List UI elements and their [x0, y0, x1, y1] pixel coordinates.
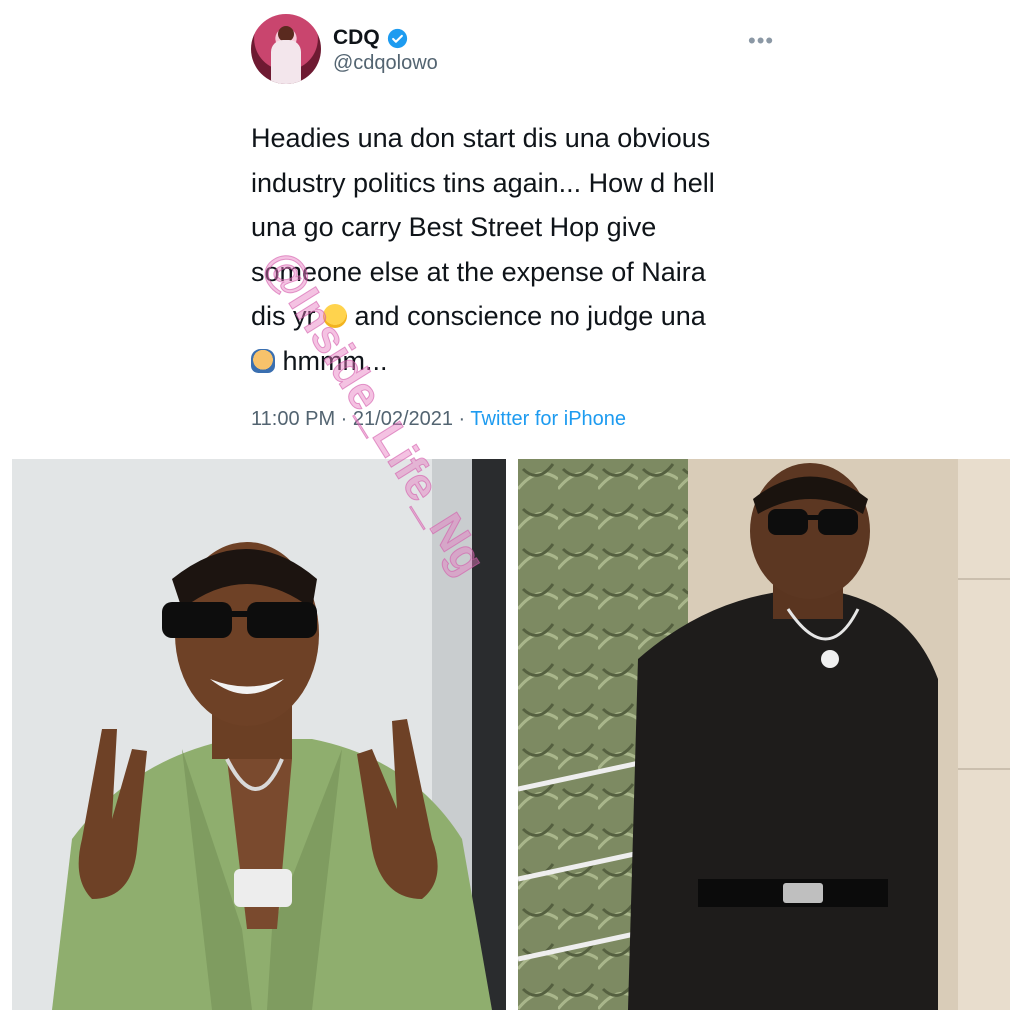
tweet-card: CDQ @cdqolowo ••• Headies una don start … — [0, 0, 1024, 450]
display-name-text: CDQ — [333, 26, 380, 49]
tweet-text-part1: Headies una don start dis una obvious in… — [251, 123, 715, 331]
verified-badge-icon — [387, 28, 407, 48]
photo-left-illustration — [12, 459, 506, 1010]
user-handle[interactable]: @cdqolowo — [333, 52, 438, 75]
ellipsis-icon[interactable]: ••• — [748, 28, 774, 54]
tweet-source[interactable]: Twitter for iPhone — [470, 408, 626, 430]
photo-left[interactable] — [12, 459, 506, 1010]
tweet-timestamp[interactable]: 11:00 PM · 21/02/2021 · — [251, 408, 470, 430]
thinking-face-emoji-icon — [323, 304, 348, 328]
tweet-text: Headies una don start dis una obvious in… — [251, 116, 791, 383]
profile-avatar[interactable] — [251, 14, 321, 84]
photo-right[interactable] — [518, 459, 1010, 1010]
display-name[interactable]: CDQ — [333, 26, 408, 50]
avatar-figure — [271, 40, 301, 84]
tweet-text-part3: hmmm... — [275, 345, 388, 376]
tweet-text-part2: and conscience no judge una — [354, 301, 706, 331]
photo-right-illustration — [518, 459, 1010, 1010]
tweet-meta: 11:00 PM · 21/02/2021 · Twitter for iPho… — [251, 408, 626, 431]
facepalm-emoji-icon — [251, 348, 275, 373]
